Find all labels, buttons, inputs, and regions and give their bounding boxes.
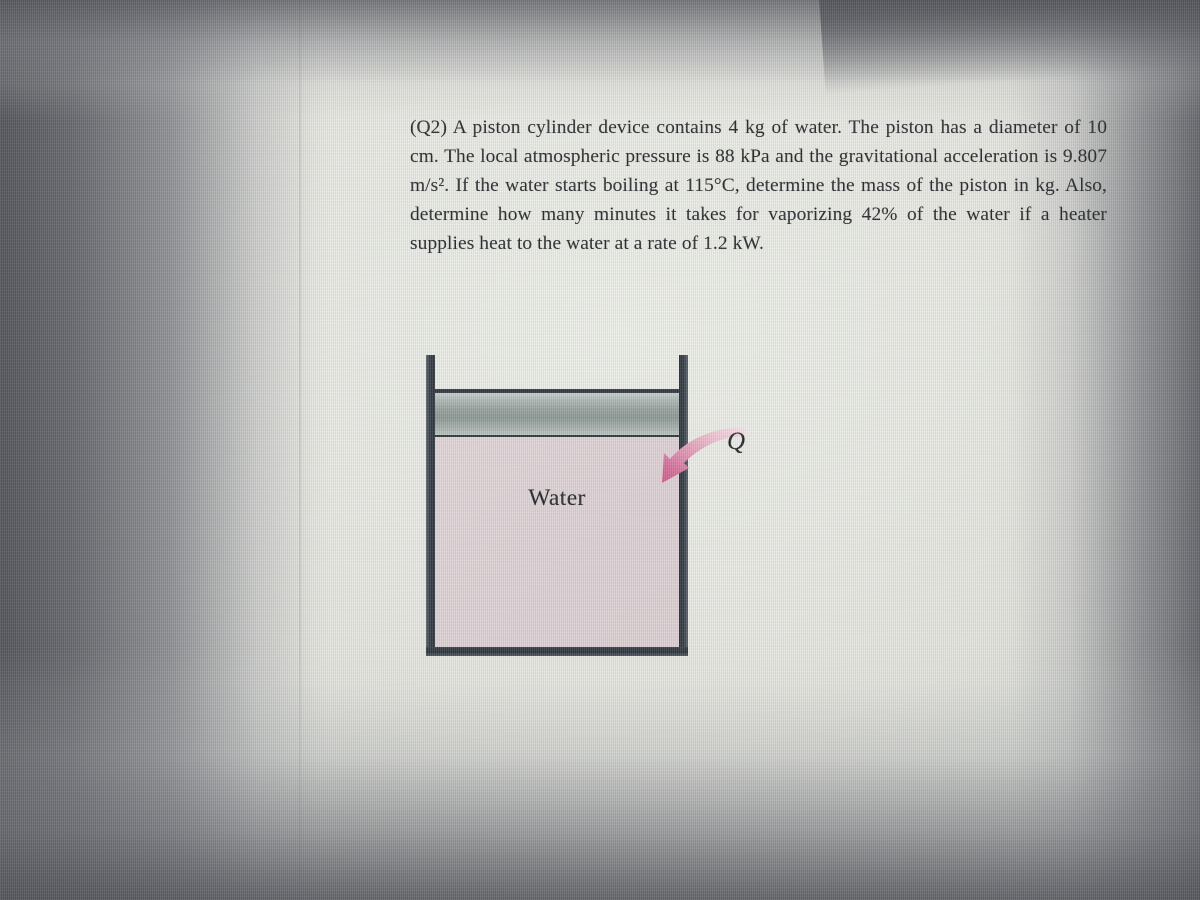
problem-statement: (Q2) A piston cylinder device contains 4… xyxy=(410,117,1107,255)
shadow-bottom xyxy=(0,650,1200,900)
photographed-page: (Q2) A piston cylinder device contains 4… xyxy=(0,0,1200,900)
cylinder-wall-bottom xyxy=(426,647,688,656)
heat-symbol-label: Q xyxy=(727,428,746,455)
piston-top-edge xyxy=(431,389,683,393)
cylinder-open-gap xyxy=(435,355,679,391)
piston-cylinder-figure: Water xyxy=(426,355,746,660)
